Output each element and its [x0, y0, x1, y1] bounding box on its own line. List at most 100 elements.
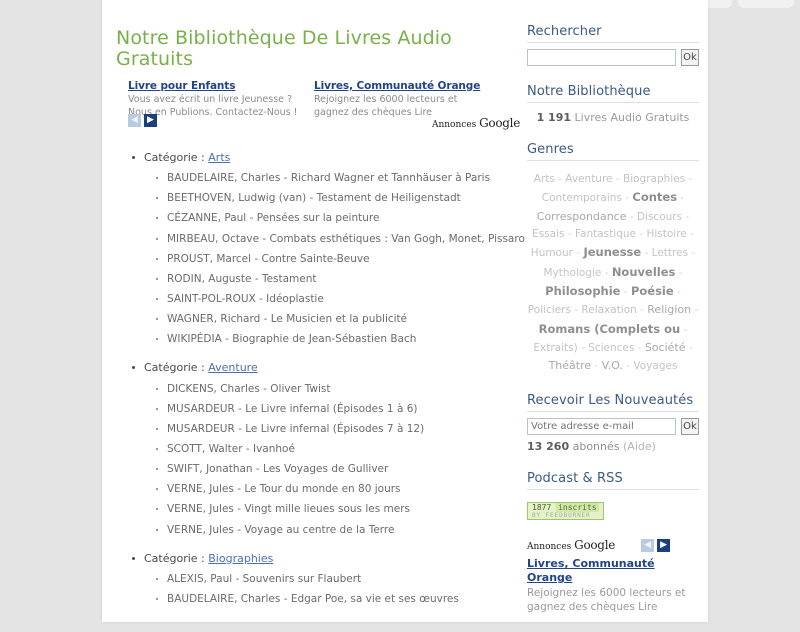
- sidebar-chevron-right-icon[interactable]: ▶: [657, 538, 671, 552]
- sidebar-chevron-left-icon[interactable]: ◀: [641, 538, 655, 552]
- genre-tag[interactable]: Discours: [637, 211, 682, 223]
- library-heading: Notre Bibliothèque: [527, 84, 699, 103]
- genre-tag[interactable]: Histoire: [646, 228, 686, 240]
- book-list-item[interactable]: MUSARDEUR - Le Livre infernal (Épisodes …: [156, 423, 520, 436]
- feedburner-badge-top: 1877 inscrits: [532, 503, 599, 513]
- genre-tag[interactable]: Jeunesse: [583, 245, 641, 259]
- genre-tag[interactable]: Philosophie: [545, 284, 620, 298]
- genre-separator: -: [680, 323, 688, 336]
- genre-separator: -: [577, 341, 589, 354]
- genres-heading: Genres: [527, 142, 699, 161]
- book-list-item[interactable]: VERNE, Jules - Le Tour du monde en 80 jo…: [156, 483, 520, 496]
- sidebar: Rechercher Ok Notre Bibliothèque 1 191 L…: [527, 24, 699, 632]
- newsletter-form: Ok: [527, 418, 699, 436]
- category-link-arts[interactable]: Arts: [208, 151, 230, 164]
- feedburner-count: 1877: [532, 503, 552, 513]
- search-heading: Rechercher: [527, 24, 699, 43]
- genre-tag[interactable]: Théâtre: [549, 359, 592, 372]
- genre-tag[interactable]: Sciences: [588, 342, 634, 354]
- book-list-item[interactable]: PROUST, Marcel - Contre Sainte-Beuve: [156, 253, 520, 266]
- book-list-item[interactable]: MIRBEAU, Octave - Combats esthétiques : …: [156, 233, 525, 246]
- category-link-aventure[interactable]: Aventure: [208, 361, 257, 374]
- podcast-heading: Podcast & RSS: [527, 471, 699, 491]
- genre-separator: -: [554, 173, 566, 185]
- book-list-item[interactable]: BAUDELAIRE, Charles - Richard Wagner et …: [156, 172, 520, 185]
- genre-separator: -: [677, 192, 685, 205]
- book-list-item[interactable]: BAUDELAIRE, Charles - Edgar Poe, sa vie …: [156, 593, 520, 606]
- book-list: DICKENS, Charles - Oliver Twist MUSARDEUR…: [132, 383, 520, 537]
- category-prefix: Catégorie :: [144, 551, 209, 565]
- newsletter-email-input[interactable]: [527, 418, 676, 436]
- search-form: Ok: [527, 49, 699, 66]
- sidebar-ad-pager: ◀ ▶: [641, 538, 671, 552]
- genre-tag[interactable]: Société: [645, 341, 686, 354]
- genre-tag[interactable]: Aventure: [565, 173, 612, 185]
- genre-tag[interactable]: Relaxation: [581, 304, 636, 316]
- genre-tag[interactable]: Voyages: [633, 360, 677, 372]
- genre-separator: -: [620, 285, 631, 298]
- genre-tag[interactable]: Contes: [632, 190, 677, 204]
- newsletter-help-link[interactable]: (Aide): [623, 440, 656, 453]
- chevron-left-icon[interactable]: ◀: [128, 113, 141, 127]
- library-block: Notre Bibliothèque 1 191 Livres Audio Gr…: [527, 84, 699, 124]
- genre-separator: -: [621, 192, 633, 205]
- genre-tag[interactable]: Mythologie: [543, 267, 601, 279]
- book-list-item[interactable]: VERNE, Jules - Voyage au centre de la Te…: [156, 524, 520, 537]
- google-ads-label: Annonces Google: [432, 116, 520, 130]
- sidebar-annonces-text: Annonces: [527, 542, 572, 553]
- genre-tag[interactable]: Biographies: [623, 173, 685, 185]
- genre-tag[interactable]: Policiers: [528, 304, 571, 316]
- book-list-item[interactable]: SCOTT, Walter - Ivanhoé: [156, 443, 520, 456]
- book-list-item[interactable]: WAGNER, Richard - Le Musicien et la publ…: [156, 313, 520, 326]
- ad-2-title[interactable]: Livres, Communauté Orange: [314, 80, 494, 92]
- search-ok-button[interactable]: Ok: [681, 49, 699, 66]
- genre-separator: -: [564, 227, 575, 240]
- genre-tag[interactable]: Poésie: [631, 284, 674, 298]
- ad-slot-2: Livres, Communauté Orange Rejoignez les …: [314, 80, 494, 120]
- book-list-item[interactable]: RODIN, Auguste - Testament: [156, 273, 520, 286]
- genre-tag[interactable]: Essais: [532, 228, 564, 240]
- genre-separator: -: [691, 304, 699, 317]
- book-list-item[interactable]: ALEXIS, Paul - Souvenirs sur Flaubert: [156, 573, 520, 586]
- genre-separator: -: [675, 266, 683, 279]
- book-list: BAUDELAIRE, Charles - Richard Wagner et …: [132, 172, 525, 346]
- genre-tag[interactable]: Nouvelles: [612, 265, 676, 279]
- genre-tag[interactable]: Fantastique: [575, 228, 636, 240]
- genre-tag[interactable]: Arts: [534, 173, 555, 185]
- newsletter-ok-button[interactable]: Ok: [681, 418, 699, 436]
- book-list-item[interactable]: MUSARDEUR - Le Livre infernal (Épisodes …: [156, 403, 520, 416]
- category-link-biographies[interactable]: Biographies: [208, 552, 273, 565]
- search-input[interactable]: [527, 49, 676, 66]
- ad-1-title[interactable]: Livre pour Enfants: [128, 80, 308, 92]
- book-list-item[interactable]: CÉZANNE, Paul - Pensées sur la peinture: [156, 212, 520, 225]
- page-root: Notre Bibliothèque De Livres Audio Gratu…: [0, 0, 800, 622]
- genres-block: Genres Arts - Aventure - Biographies - C…: [527, 142, 699, 375]
- category-list: Catégorie : Arts BAUDELAIRE, Charles - Ri…: [110, 150, 525, 607]
- genre-tag[interactable]: Correspondance: [537, 210, 627, 223]
- genre-tag[interactable]: V.O.: [602, 359, 623, 372]
- genre-tag[interactable]: Lettres: [652, 247, 688, 259]
- sidebar-google-ads-label: Annonces Google: [527, 538, 615, 552]
- genre-tag[interactable]: Humour: [531, 247, 573, 259]
- library-count-suffix: Livres Audio Gratuits: [571, 111, 690, 124]
- book-list-item[interactable]: BEETHOVEN, Ludwig (van) - Testament de H…: [156, 192, 520, 205]
- book-list-item[interactable]: VERNE, Jules - Vingt mille lieues sous l…: [156, 503, 520, 516]
- podcast-block: Podcast & RSS 1877 inscrits BY FEEDBURNE…: [527, 471, 699, 521]
- genre-tag[interactable]: Extraits): [533, 342, 577, 354]
- genre-separator: -: [612, 173, 623, 185]
- genre-tag[interactable]: Religion: [647, 303, 691, 316]
- genre-separator: -: [686, 227, 694, 240]
- browser-tab-7[interactable]: [738, 0, 794, 8]
- sidebar-ad-title[interactable]: Livres, Communauté Orange: [527, 557, 699, 585]
- feedburner-badge[interactable]: 1877 inscrits BY FEEDBURNER: [527, 502, 604, 521]
- book-list-item[interactable]: DICKENS, Charles - Oliver Twist: [156, 383, 520, 396]
- book-list-item[interactable]: WIKIPÉDIA - Biographie de Jean-Sébastien…: [156, 333, 520, 346]
- genre-separator: -: [591, 360, 602, 373]
- main-column: Notre Bibliothèque De Livres Audio Gratu…: [110, 0, 525, 620]
- ad-pager: ◀ ▶: [128, 113, 157, 127]
- book-list-item[interactable]: SWIFT, Jonathan - Les Voyages de Gullive…: [156, 463, 520, 476]
- genre-tag[interactable]: Contemporains: [542, 192, 622, 204]
- genre-tag[interactable]: Romans (Complets ou: [539, 322, 681, 336]
- book-list-item[interactable]: SAINT-POL-ROUX - Idéoplastie: [156, 293, 520, 306]
- chevron-right-icon[interactable]: ▶: [144, 113, 157, 127]
